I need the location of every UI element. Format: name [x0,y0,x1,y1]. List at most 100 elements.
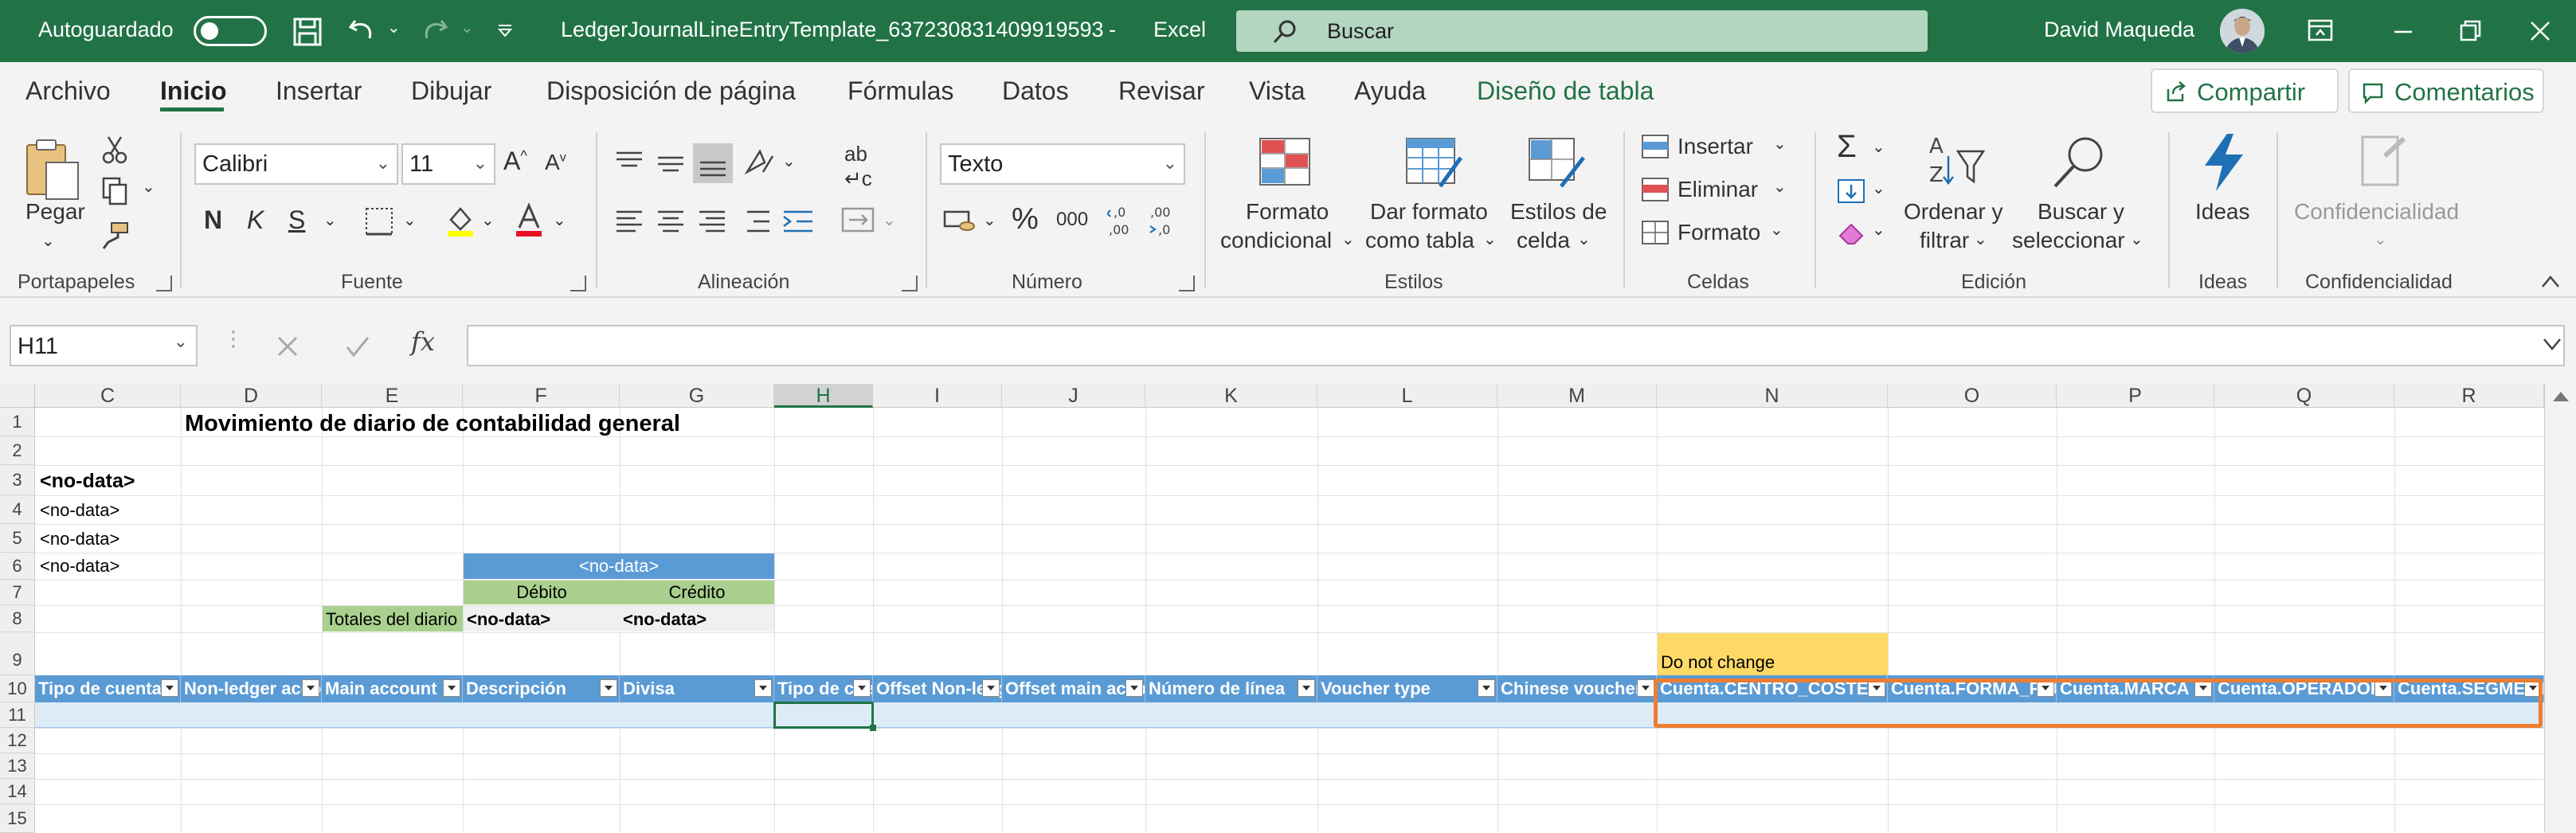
cell-c3[interactable]: <no-data> [37,470,135,493]
fill-color-icon[interactable] [444,202,476,237]
fill-dropdown-icon[interactable]: ⌄ [1872,178,1885,198]
format-as-table-icon[interactable] [1403,134,1464,190]
clear-icon[interactable] [1835,218,1867,247]
conditional-format-icon[interactable] [1257,135,1313,188]
clipboard-launcher-icon[interactable] [156,276,172,291]
table-header-cell[interactable]: Offset Non-ledger [873,675,1002,702]
decrease-decimal-icon[interactable]: ,00 ,0 [1147,202,1185,239]
column-header-c[interactable]: C [35,384,181,408]
tab-ayuda[interactable]: Ayuda [1354,76,1426,106]
orientation-icon[interactable] [742,145,777,180]
thousands-button[interactable]: 000 [1056,209,1088,231]
tab-datos[interactable]: Datos [1002,76,1069,106]
filter-dropdown-icon[interactable] [1298,679,1315,697]
format-painter-icon[interactable] [99,220,131,252]
comments-button[interactable]: Comentarios [2348,68,2544,113]
column-header-q[interactable]: Q [2214,384,2394,408]
restore-icon[interactable] [2457,18,2484,45]
paste-icon[interactable] [22,135,81,202]
filter-dropdown-icon[interactable] [600,679,617,697]
tab-inicio[interactable]: Inicio [160,76,227,106]
bold-button[interactable]: N [204,205,222,235]
cell-f6-merged[interactable]: <no-data> [464,553,774,579]
cancel-icon[interactable] [274,333,301,360]
number-launcher-icon[interactable] [1179,276,1195,291]
clear-dropdown-icon[interactable]: ⌄ [1872,220,1885,240]
share-button[interactable]: Compartir [2151,68,2339,113]
alignment-launcher-icon[interactable] [902,276,918,291]
cell-f7[interactable]: Débito [464,581,620,604]
sensitivity-icon[interactable] [2353,132,2414,193]
name-box[interactable]: H11 ⌄ [10,325,198,366]
search-box[interactable]: Buscar [1236,10,1928,52]
filter-dropdown-icon[interactable] [853,679,871,697]
more-options-icon[interactable]: ⋮ [223,327,244,351]
insert-function-icon[interactable]: fx [411,327,435,357]
tab-diseno-tabla[interactable]: Diseño de tabla [1477,76,1654,106]
delete-dropdown-icon[interactable]: ⌄ [1773,177,1787,197]
row-header-3[interactable]: 3 [0,465,35,495]
font-size-select[interactable]: 11 ⌄ [401,143,495,185]
row-header-6[interactable]: 6 [0,553,35,580]
filter-dropdown-icon[interactable] [302,679,319,697]
sort-filter-label-1[interactable]: Ordenar y [1904,199,2003,225]
tab-formulas[interactable]: Fórmulas [848,76,953,106]
save-icon[interactable] [292,16,323,48]
cell-g8[interactable]: <no-data> [620,606,774,632]
paste-label[interactable]: Pegar [25,199,85,225]
column-header-g[interactable]: G [620,384,774,408]
cell-f8[interactable]: <no-data> [464,606,620,632]
filter-dropdown-icon[interactable] [443,679,460,697]
paste-dropdown-icon[interactable]: ⌄ [41,231,55,251]
column-header-m[interactable]: M [1497,384,1657,408]
sort-filter-dropdown-icon[interactable]: ⌄ [1974,229,1987,249]
row-header-5[interactable]: 5 [0,524,35,553]
tab-insertar[interactable]: Insertar [276,76,362,106]
table-header-cell[interactable]: Tipo de cuenta [774,675,873,702]
filter-dropdown-icon[interactable] [161,679,178,697]
redo-dropdown-icon[interactable]: ⌄ [460,18,474,37]
cell-g7[interactable]: Crédito [620,581,774,604]
expand-formula-icon[interactable] [2543,336,2562,352]
undo-icon[interactable] [346,14,378,46]
row-header-1[interactable]: 1 [0,408,35,436]
minimize-icon[interactable] [2390,18,2417,45]
row-header-14[interactable]: 14 [0,779,35,804]
format-dropdown-icon[interactable]: ⌄ [1770,220,1783,240]
borders-dropdown-icon[interactable]: ⌄ [403,210,417,230]
table-header-cell[interactable]: Non-ledger account [181,675,322,702]
column-header-i[interactable]: I [873,384,1002,408]
borders-icon[interactable] [363,205,395,237]
row-header-2[interactable]: 2 [0,436,35,465]
select-all-button[interactable] [0,384,35,408]
horizontal-align-icons[interactable] [613,204,773,236]
insert-cells-label[interactable]: Insertar [1678,134,1753,159]
underline-button[interactable]: S [288,205,305,235]
cut-icon[interactable] [99,134,131,166]
align-top-icon[interactable] [613,147,645,178]
table-header-cell[interactable]: Descripción [463,675,620,702]
delete-cells-label[interactable]: Eliminar [1678,177,1758,202]
sort-filter-icon[interactable]: A Z [1924,132,1988,191]
tab-disposicion[interactable]: Disposición de página [546,76,796,106]
table-header-cell[interactable]: Voucher type [1317,675,1497,702]
sheet-title[interactable]: Movimiento de diario de contabilidad gen… [182,411,680,437]
conditional-format-label-1[interactable]: Formato [1246,199,1329,225]
sort-filter-label-2[interactable]: filtrar [1920,228,1969,253]
sensitivity-button[interactable]: Confidencialidad [2294,199,2459,225]
fill-icon[interactable] [1835,177,1867,205]
accounting-format-icon[interactable] [942,204,977,236]
cell-c5[interactable]: <no-data> [37,529,119,549]
column-header-d[interactable]: D [181,384,322,408]
active-cell-h11[interactable] [773,702,874,729]
grow-font-icon[interactable]: A^ [503,147,527,176]
row-header-10[interactable]: 10 [0,675,35,702]
column-header-e[interactable]: E [322,384,463,408]
autosum-icon[interactable]: Σ [1837,129,1857,165]
underline-dropdown-icon[interactable]: ⌄ [323,210,337,230]
find-select-label-2[interactable]: seleccionar [2012,228,2125,253]
filter-dropdown-icon[interactable] [1478,679,1495,697]
formula-input[interactable] [467,325,2565,366]
number-format-select[interactable]: Texto ⌄ [940,143,1185,185]
format-as-table-dropdown-icon[interactable]: ⌄ [1483,229,1497,249]
